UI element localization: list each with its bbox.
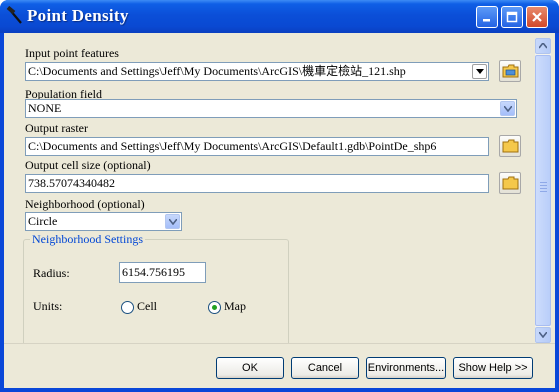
input-features-browse-button[interactable] [499,60,521,82]
folder-icon [502,176,519,190]
maximize-button[interactable] [501,6,523,28]
window-title: Point Density [27,6,129,25]
output-raster-browse-button[interactable] [499,135,521,157]
cell-size-browse-button[interactable] [499,172,521,194]
minimize-icon [483,19,490,22]
title-bar[interactable]: Point Density [0,0,559,33]
folder-icon [502,139,519,153]
input-features-dropdown[interactable] [472,64,487,79]
environments-button[interactable]: Environments... [366,357,446,379]
unit-map-radio[interactable] [208,301,221,314]
input-features-value: C:\Documents and Settings\Jeff\My Docume… [28,64,406,78]
output-raster-value: C:\Documents and Settings\Jeff\My Docume… [28,139,437,153]
chevron-down-icon [169,219,177,225]
dialog-body: Input point features C:\Documents and Se… [4,33,555,388]
unit-cell-radio[interactable] [121,301,134,314]
neighborhood-settings-group: Neighborhood Settings Radius: 6154.75619… [23,232,289,349]
input-features-combo[interactable]: C:\Documents and Settings\Jeff\My Docume… [25,62,489,81]
neighborhood-value: Circle [28,214,58,228]
population-field-value: NONE [28,101,62,115]
unit-map-label: Map [224,299,246,313]
point-density-dialog: Point Density Input point features C:\Do… [0,0,559,392]
population-field-select[interactable]: NONE [25,99,517,118]
chevron-down-icon [504,106,512,112]
chevron-down-icon [539,332,547,338]
radius-label: Radius: [33,266,70,280]
cell-size-input[interactable]: 738.57074340482 [25,174,489,193]
input-features-label: Input point features [25,46,119,60]
hammer-icon [6,5,24,26]
close-icon [532,12,542,22]
radius-input[interactable]: 6154.756195 [119,262,206,283]
neighborhood-label: Neighborhood (optional) [25,197,145,211]
minimize-button[interactable] [476,6,498,28]
chevron-down-icon [476,69,484,74]
parameters-panel: Input point features C:\Documents and Se… [23,38,533,349]
chevron-up-icon [539,43,547,49]
scroll-thumb[interactable] [535,55,551,326]
neighborhood-dropdown[interactable] [165,214,180,229]
unit-cell-label: Cell [137,299,157,313]
button-bar: OK Cancel Environments... Show Help >> [4,343,555,388]
population-field-dropdown[interactable] [500,101,515,116]
maximize-icon [506,11,518,23]
cell-size-value: 738.57074340482 [28,176,115,190]
close-button[interactable] [526,6,548,28]
output-raster-label: Output raster [25,121,88,135]
neighborhood-settings-title: Neighborhood Settings [30,232,145,247]
ok-button[interactable]: OK [216,357,284,379]
vertical-scrollbar[interactable] [535,38,551,343]
layer-folder-icon [502,64,519,78]
scroll-up-button[interactable] [535,38,551,54]
radius-value: 6154.756195 [122,265,185,279]
units-label: Units: [33,299,63,313]
cancel-button[interactable]: Cancel [291,357,359,379]
cell-size-label: Output cell size (optional) [25,158,151,172]
show-help-button[interactable]: Show Help >> [453,357,533,379]
neighborhood-select[interactable]: Circle [25,212,182,231]
scroll-down-button[interactable] [535,327,551,343]
output-raster-input[interactable]: C:\Documents and Settings\Jeff\My Docume… [25,137,489,156]
